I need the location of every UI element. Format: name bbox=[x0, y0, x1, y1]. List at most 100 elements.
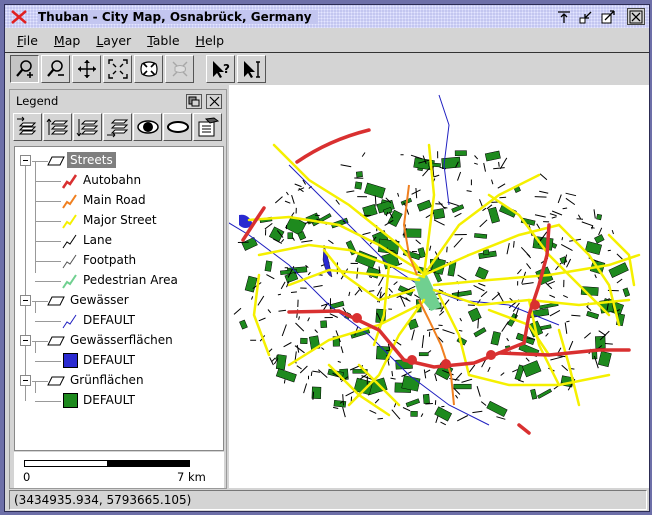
full-extent-button[interactable] bbox=[103, 55, 132, 83]
lane-segment bbox=[435, 415, 439, 424]
lane-segment bbox=[274, 196, 283, 204]
move-layer-bottom-button[interactable] bbox=[103, 113, 132, 141]
tree-connector bbox=[32, 341, 48, 342]
collapse-gewaesserflaechen-toggle[interactable] bbox=[20, 335, 31, 346]
close-legend-button[interactable] bbox=[206, 93, 222, 109]
zoom-in-button[interactable] bbox=[10, 55, 39, 83]
show-layer-button[interactable] bbox=[133, 113, 162, 141]
collapse-gewaesser-toggle[interactable] bbox=[20, 295, 31, 306]
collapse-streets-toggle[interactable] bbox=[20, 155, 31, 166]
autobahn-interchange bbox=[530, 300, 540, 310]
lane-segment bbox=[369, 409, 377, 414]
layer-icon bbox=[47, 336, 65, 346]
lane-segment bbox=[376, 286, 383, 297]
lane-segment bbox=[348, 291, 351, 297]
lane-segment bbox=[472, 410, 483, 414]
green-area bbox=[473, 327, 487, 338]
lane-segment bbox=[549, 294, 556, 298]
lane-segment bbox=[549, 213, 557, 217]
major-street bbox=[467, 373, 611, 387]
lane-segment bbox=[390, 377, 396, 380]
lane-segment bbox=[497, 183, 506, 189]
undock-legend-button[interactable] bbox=[186, 93, 202, 109]
lane-segment bbox=[393, 281, 398, 286]
identify-button[interactable]: ? bbox=[206, 55, 235, 83]
tree-connector bbox=[35, 401, 61, 402]
menu-file[interactable]: File bbox=[9, 33, 46, 48]
lane-segment bbox=[593, 209, 596, 219]
lane-segment bbox=[611, 229, 614, 235]
move-layer-top-button[interactable] bbox=[13, 113, 42, 141]
zoom-out-icon bbox=[46, 60, 64, 77]
lane-segment bbox=[292, 237, 295, 241]
lane-segment bbox=[420, 413, 424, 418]
map-canvas[interactable] bbox=[229, 85, 649, 488]
green-area bbox=[474, 233, 488, 239]
close-window-button[interactable] bbox=[627, 8, 645, 25]
menu-map[interactable]: Map bbox=[46, 33, 88, 48]
menu-layer[interactable]: Layer bbox=[88, 33, 139, 48]
lane-segment bbox=[521, 282, 534, 285]
lane-segment bbox=[233, 307, 242, 315]
lane-segment bbox=[598, 330, 607, 337]
lane-segment bbox=[423, 369, 427, 379]
zoom-out-button[interactable] bbox=[41, 55, 70, 83]
line-symbol-icon bbox=[62, 274, 77, 289]
menu-help[interactable]: Help bbox=[188, 33, 233, 48]
move-layer-up-button[interactable] bbox=[43, 113, 72, 141]
lane-segment bbox=[526, 263, 532, 270]
lane-segment bbox=[491, 179, 494, 185]
hide-layer-button[interactable] bbox=[163, 113, 192, 141]
full-layer-extent-button[interactable] bbox=[134, 55, 163, 83]
lane-segment bbox=[266, 274, 275, 280]
lane-segment bbox=[251, 296, 254, 300]
lane-segment bbox=[440, 421, 447, 426]
main-window: Thuban - City Map, Osnabrück, Germany Fi… bbox=[4, 4, 650, 512]
lane-segment bbox=[562, 294, 569, 299]
lane-segment bbox=[581, 221, 594, 227]
lane-segment bbox=[457, 274, 467, 281]
lane-segment bbox=[483, 162, 486, 172]
coordinate-readout: (3434935.934, 5793665.105) bbox=[14, 493, 192, 507]
tree-connector bbox=[35, 201, 61, 202]
menu-file-rest: ile bbox=[23, 33, 38, 48]
lane-segment bbox=[565, 192, 577, 197]
lane-segment bbox=[335, 199, 340, 205]
lane-segment bbox=[477, 318, 479, 329]
lane-segment bbox=[525, 357, 530, 362]
lane-segment bbox=[566, 320, 570, 323]
green-area bbox=[264, 260, 273, 272]
lane-segment bbox=[354, 289, 360, 296]
lane-segment bbox=[298, 316, 300, 320]
major-street bbox=[432, 253, 641, 287]
thuban-x-icon[interactable] bbox=[10, 9, 28, 25]
move-layer-down-button[interactable] bbox=[73, 113, 102, 141]
tree-connector bbox=[35, 321, 61, 322]
menu-table[interactable]: Table bbox=[139, 33, 187, 48]
green-area bbox=[594, 234, 605, 244]
green-area bbox=[586, 310, 600, 320]
properties-icon bbox=[198, 117, 219, 137]
tree-connector bbox=[35, 361, 61, 362]
class-label: DEFAULT bbox=[83, 313, 135, 327]
iconify-icon[interactable] bbox=[577, 8, 595, 25]
window-title: Thuban - City Map, Osnabrück, Germany bbox=[38, 9, 318, 24]
green-area bbox=[275, 354, 287, 371]
pan-button[interactable] bbox=[72, 55, 101, 83]
label-button[interactable] bbox=[237, 55, 266, 83]
map-view[interactable] bbox=[229, 85, 649, 488]
title-bar[interactable]: Thuban - City Map, Osnabrück, Germany bbox=[5, 5, 649, 28]
lane-segment bbox=[391, 370, 394, 377]
raise-icon[interactable] bbox=[555, 8, 573, 25]
collapse-gruenflaechen-toggle[interactable] bbox=[20, 375, 31, 386]
lane-segment bbox=[281, 238, 285, 243]
menu-help-mnemonic: H bbox=[195, 33, 205, 48]
lane-segment bbox=[294, 183, 302, 188]
maximize-icon[interactable] bbox=[599, 8, 617, 25]
layer-properties-button[interactable] bbox=[193, 113, 222, 141]
green-area bbox=[405, 398, 420, 408]
full-selection-extent-button[interactable] bbox=[165, 55, 194, 83]
lane-segment bbox=[506, 337, 510, 342]
lane-segment bbox=[271, 357, 276, 362]
green-area bbox=[275, 368, 297, 383]
